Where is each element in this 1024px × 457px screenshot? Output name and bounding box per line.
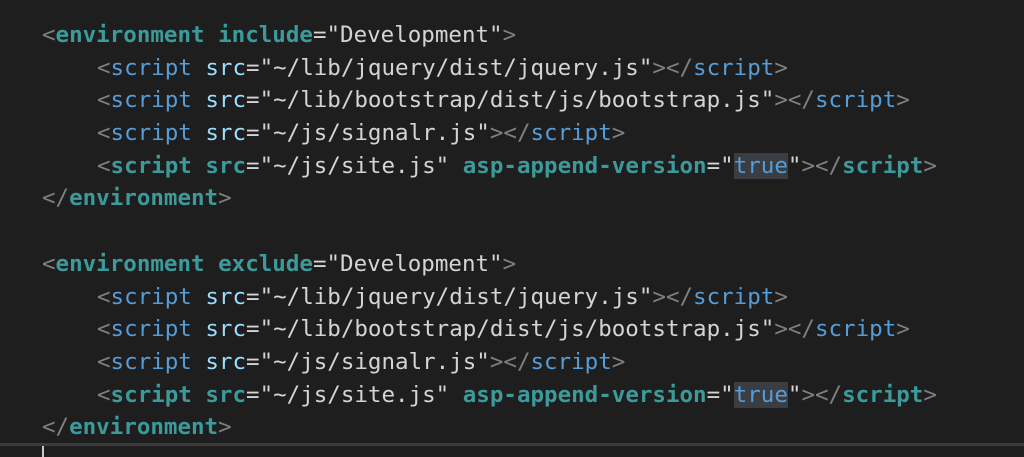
code-line-environment-close: </environment>: [42, 185, 232, 212]
tag-name: environment: [69, 414, 219, 441]
code-line-script: <script src="~/js/site.js" asp-append-ve…: [97, 152, 937, 179]
tag-name: environment: [69, 185, 219, 212]
attr-value: "~/js/site.js": [259, 381, 450, 408]
tag-name: script: [842, 381, 924, 408]
tag-name: script: [530, 120, 612, 147]
code-line-script: <script src="~/js/site.js" asp-append-ve…: [97, 381, 937, 408]
attr-value: "~/js/signalr.js": [259, 348, 490, 375]
attr-value: "Development": [326, 22, 503, 48]
attr-name: src: [205, 54, 247, 81]
attr-name: include: [218, 22, 313, 48]
code-line-script: <script src="~/lib/jquery/dist/jquery.js…: [97, 54, 788, 81]
tag-name: script: [842, 152, 924, 179]
attr-value: "~/js/signalr.js": [259, 120, 490, 147]
attr-name: src: [205, 152, 247, 179]
tag-name: script: [110, 381, 192, 408]
code-line-script: <script src="~/lib/jquery/dist/jquery.js…: [97, 283, 788, 310]
code-line-environment-open: <environment exclude="Development">: [42, 250, 517, 277]
code-line-script: <script src="~/lib/bootstrap/dist/js/boo…: [97, 316, 910, 343]
code-line-environment-close: </environment>: [42, 414, 232, 441]
attr-value: "Development": [326, 250, 503, 277]
tag-name: script: [693, 283, 775, 310]
attr-name: src: [205, 283, 247, 310]
tag-name: script: [530, 348, 612, 375]
tag-name: script: [110, 316, 192, 343]
tag-name: script: [693, 54, 775, 81]
text-caret: [42, 446, 44, 457]
tag-name: environment: [55, 22, 205, 48]
attr-name: src: [205, 120, 247, 147]
attr-name: src: [205, 381, 247, 408]
code-line-script: <script src="~/lib/bootstrap/dist/js/boo…: [97, 87, 910, 114]
attr-name: exclude: [218, 250, 313, 277]
tag-name: script: [814, 87, 897, 114]
attr-value: "~/lib/jquery/dist/jquery.js": [259, 54, 653, 81]
attr-value: "~/lib/bootstrap/dist/js/bootstrap.js": [259, 87, 775, 114]
tag-name: script: [814, 316, 897, 343]
attr-name: src: [205, 87, 247, 114]
highlighted-value: true: [733, 381, 788, 408]
code-line-script: <script src="~/js/signalr.js"></script>: [97, 348, 626, 375]
attr-name: asp-append-version: [462, 381, 707, 408]
attr-value: "~/lib/bootstrap/dist/js/bootstrap.js": [259, 316, 775, 343]
attr-value: "~/js/site.js": [259, 152, 450, 179]
tag-name: script: [110, 152, 192, 179]
code-line-script: <script src="~/js/signalr.js"></script>: [97, 120, 626, 147]
code-area[interactable]: <environment include="Development"> <scr…: [42, 19, 937, 444]
divider: [0, 443, 1024, 446]
tag-name: environment: [55, 250, 205, 277]
code-line-environment-open: <environment include="Development">: [42, 22, 517, 48]
attr-name: src: [205, 316, 247, 343]
tag-name: script: [110, 348, 192, 375]
tag-name: script: [110, 54, 192, 81]
attr-value: "~/lib/jquery/dist/jquery.js": [259, 283, 653, 310]
tag-name: script: [110, 283, 192, 310]
code-editor[interactable]: <environment include="Development"> <scr…: [0, 0, 1024, 457]
attr-name: src: [205, 348, 247, 375]
attr-name: asp-append-version: [462, 152, 707, 179]
tag-name: script: [110, 120, 192, 147]
highlighted-value: true: [733, 152, 788, 179]
tag-name: script: [110, 87, 192, 114]
